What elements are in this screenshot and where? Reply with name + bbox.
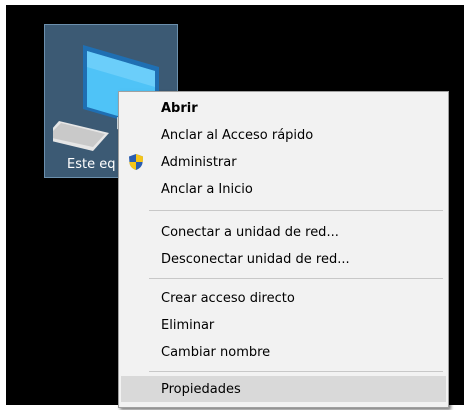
uac-shield-icon xyxy=(129,154,143,170)
menu-item-label: Cambiar nombre xyxy=(161,344,271,360)
menu-item-label: Abrir xyxy=(161,100,198,116)
menu-item-manage[interactable]: Administrar xyxy=(119,149,448,175)
menu-separator xyxy=(149,371,443,372)
menu-item-label: Desconectar unidad de red... xyxy=(161,251,350,267)
menu-item-label: Anclar al Acceso rápido xyxy=(161,127,314,143)
menu-item-pin-start[interactable]: Anclar a Inicio xyxy=(119,176,448,202)
context-menu: Abrir Anclar al Acceso rápido Administra… xyxy=(118,91,449,408)
menu-separator xyxy=(149,210,443,211)
menu-item-label: Eliminar xyxy=(161,317,215,333)
menu-item-open[interactable]: Abrir xyxy=(119,95,448,121)
desktop-background: Este eq Abrir Anclar al Acceso rápido Ad… xyxy=(6,5,464,408)
menu-item-label: Anclar a Inicio xyxy=(161,181,253,197)
desktop-icon-label: Este eq xyxy=(67,157,116,172)
menu-item-label: Administrar xyxy=(161,154,237,170)
menu-item-properties[interactable]: Propiedades xyxy=(121,376,446,402)
menu-item-label: Propiedades xyxy=(161,381,241,397)
menu-item-label: Crear acceso directo xyxy=(161,290,295,306)
menu-item-map-network-drive[interactable]: Conectar a unidad de red... xyxy=(119,219,448,245)
menu-item-disconnect-network-drive[interactable]: Desconectar unidad de red... xyxy=(119,246,448,272)
menu-item-rename[interactable]: Cambiar nombre xyxy=(119,339,448,365)
menu-item-delete[interactable]: Eliminar xyxy=(119,312,448,338)
menu-separator xyxy=(149,278,443,279)
menu-item-create-shortcut[interactable]: Crear acceso directo xyxy=(119,285,448,311)
menu-item-label: Conectar a unidad de red... xyxy=(161,224,339,240)
menu-item-pin-quick-access[interactable]: Anclar al Acceso rápido xyxy=(119,122,448,148)
